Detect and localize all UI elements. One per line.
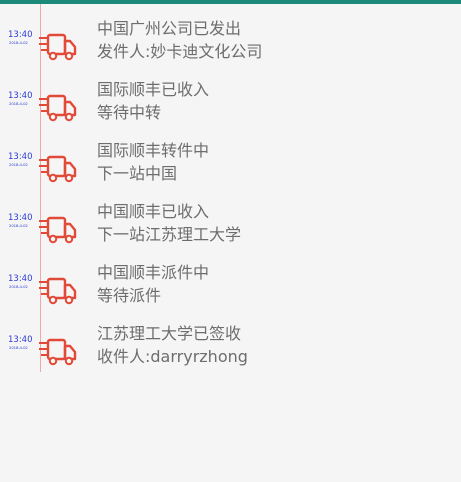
timeline-title: 中国顺丰派件中	[97, 263, 210, 282]
truck-icon	[39, 338, 77, 366]
timeline-date: 2018-4-02	[9, 40, 28, 45]
truck-icon	[39, 33, 77, 61]
timeline-subtitle: 收件人:darryrzhong	[97, 347, 248, 366]
timeline-date: 2018-4-02	[9, 345, 28, 350]
timeline-subtitle: 等待派件	[97, 286, 162, 305]
top-accent-bar	[0, 0, 461, 4]
timeline-item[interactable]: 13:40 2018-4-02 中国顺丰派件中 等待派件	[0, 263, 461, 325]
timeline-date: 2018-4-02	[9, 284, 28, 289]
timeline-time: 13:40	[8, 335, 33, 345]
timeline-title: 国际顺丰已收入	[97, 80, 210, 99]
timeline-time: 13:40	[8, 91, 33, 101]
timeline-item[interactable]: 13:40 2018-4-02 国际顺丰已收入 等待中转	[0, 80, 461, 142]
timeline-title: 江苏理工大学已签收	[97, 324, 242, 343]
timeline-item[interactable]: 13:40 2018-4-02 中国广州公司已发出 发件人:妙卡迪文化公司	[0, 19, 461, 81]
timeline-title: 国际顺丰转件中	[97, 141, 210, 160]
timeline-date: 2018-4-02	[9, 101, 28, 106]
truck-icon	[39, 277, 77, 305]
timeline-title: 中国广州公司已发出	[97, 19, 242, 38]
timeline-title: 中国顺丰已收入	[97, 202, 210, 221]
timeline-time: 13:40	[8, 274, 33, 284]
truck-icon	[39, 94, 77, 122]
truck-icon	[39, 155, 77, 183]
timeline-subtitle: 等待中转	[97, 103, 162, 122]
timeline-time: 13:40	[8, 30, 33, 40]
timeline-date: 2018-4-02	[9, 162, 28, 167]
timeline-time: 13:40	[8, 213, 33, 223]
timeline-subtitle: 下一站江苏理工大学	[97, 225, 242, 244]
timeline-time: 13:40	[8, 152, 33, 162]
timeline-item[interactable]: 13:40 2018-4-02 国际顺丰转件中 下一站中国	[0, 141, 461, 203]
timeline-subtitle: 发件人:妙卡迪文化公司	[97, 42, 263, 61]
timeline-date: 2018-4-02	[9, 223, 28, 228]
truck-icon	[39, 216, 77, 244]
timeline-subtitle: 下一站中国	[97, 164, 178, 183]
timeline-item[interactable]: 13:40 2018-4-02 中国顺丰已收入 下一站江苏理工大学	[0, 202, 461, 264]
timeline-item[interactable]: 13:40 2018-4-02 江苏理工大学已签收 收件人:darryrzhon…	[0, 324, 461, 386]
